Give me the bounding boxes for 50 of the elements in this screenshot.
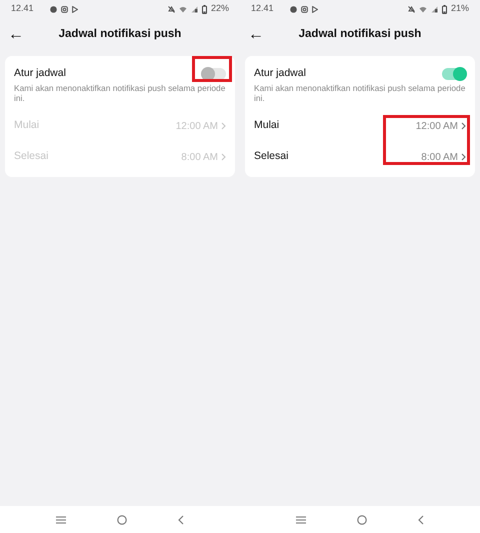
notification-icon [290, 6, 297, 12]
chevron-right-icon [221, 122, 226, 130]
signal-icon [430, 6, 438, 12]
row-label: Mulai [254, 118, 280, 134]
menu-icon [296, 516, 306, 524]
mute-icon [168, 6, 175, 12]
home-circle-icon [116, 514, 127, 524]
battery-icon [442, 4, 447, 14]
home-circle-icon [356, 514, 367, 524]
back-nav-button[interactable] [178, 514, 184, 524]
battery-icon [202, 4, 207, 14]
wifi-icon [178, 6, 187, 12]
screen-title: Jadwal notifikasi push [298, 27, 422, 42]
wifi-icon [418, 6, 427, 12]
schedule-toggle[interactable] [442, 68, 466, 80]
setting-label: Atur jadwal [14, 66, 66, 81]
chevron-left-icon [178, 514, 184, 524]
row-label: Mulai [14, 118, 40, 134]
back-button[interactable]: ← [8, 27, 30, 43]
setting-label: Atur jadwal [254, 66, 306, 81]
chevron-left-icon [418, 514, 424, 524]
play-icon [72, 6, 78, 12]
schedule-toggle[interactable] [202, 68, 226, 80]
signal-icon [190, 6, 198, 12]
menu-icon [56, 516, 66, 524]
play-icon [312, 6, 318, 12]
row-label: Selesai [14, 149, 48, 164]
battery-level: 22% [210, 2, 229, 16]
notification-icon [50, 6, 57, 12]
setting-description: Kami akan menonaktifkan notifikasi push selama periode ini. [14, 82, 226, 104]
chevron-right-icon [461, 153, 466, 162]
chevron-right-icon [221, 153, 226, 162]
time-value[interactable]: 12:00 AM [416, 118, 466, 134]
battery-level: 21% [450, 2, 469, 16]
row-label: Selesai [254, 149, 288, 164]
screen-title: Jadwal notifikasi push [58, 27, 182, 42]
recents-button[interactable] [296, 516, 306, 524]
status-time: 12.41 [251, 2, 274, 16]
mute-icon [408, 6, 415, 12]
setting-description: Kami akan menonaktifkan notifikasi push selama periode ini. [254, 82, 466, 104]
recents-button[interactable] [56, 516, 66, 524]
home-button[interactable] [356, 514, 367, 524]
camera-icon [60, 6, 68, 12]
back-nav-button[interactable] [418, 514, 424, 524]
camera-icon [300, 6, 308, 12]
time-value[interactable]: 8:00 AM [421, 150, 466, 165]
home-button[interactable] [116, 514, 127, 524]
status-time: 12.41 [11, 2, 34, 16]
back-button[interactable]: ← [248, 27, 270, 43]
chevron-right-icon [461, 122, 466, 130]
